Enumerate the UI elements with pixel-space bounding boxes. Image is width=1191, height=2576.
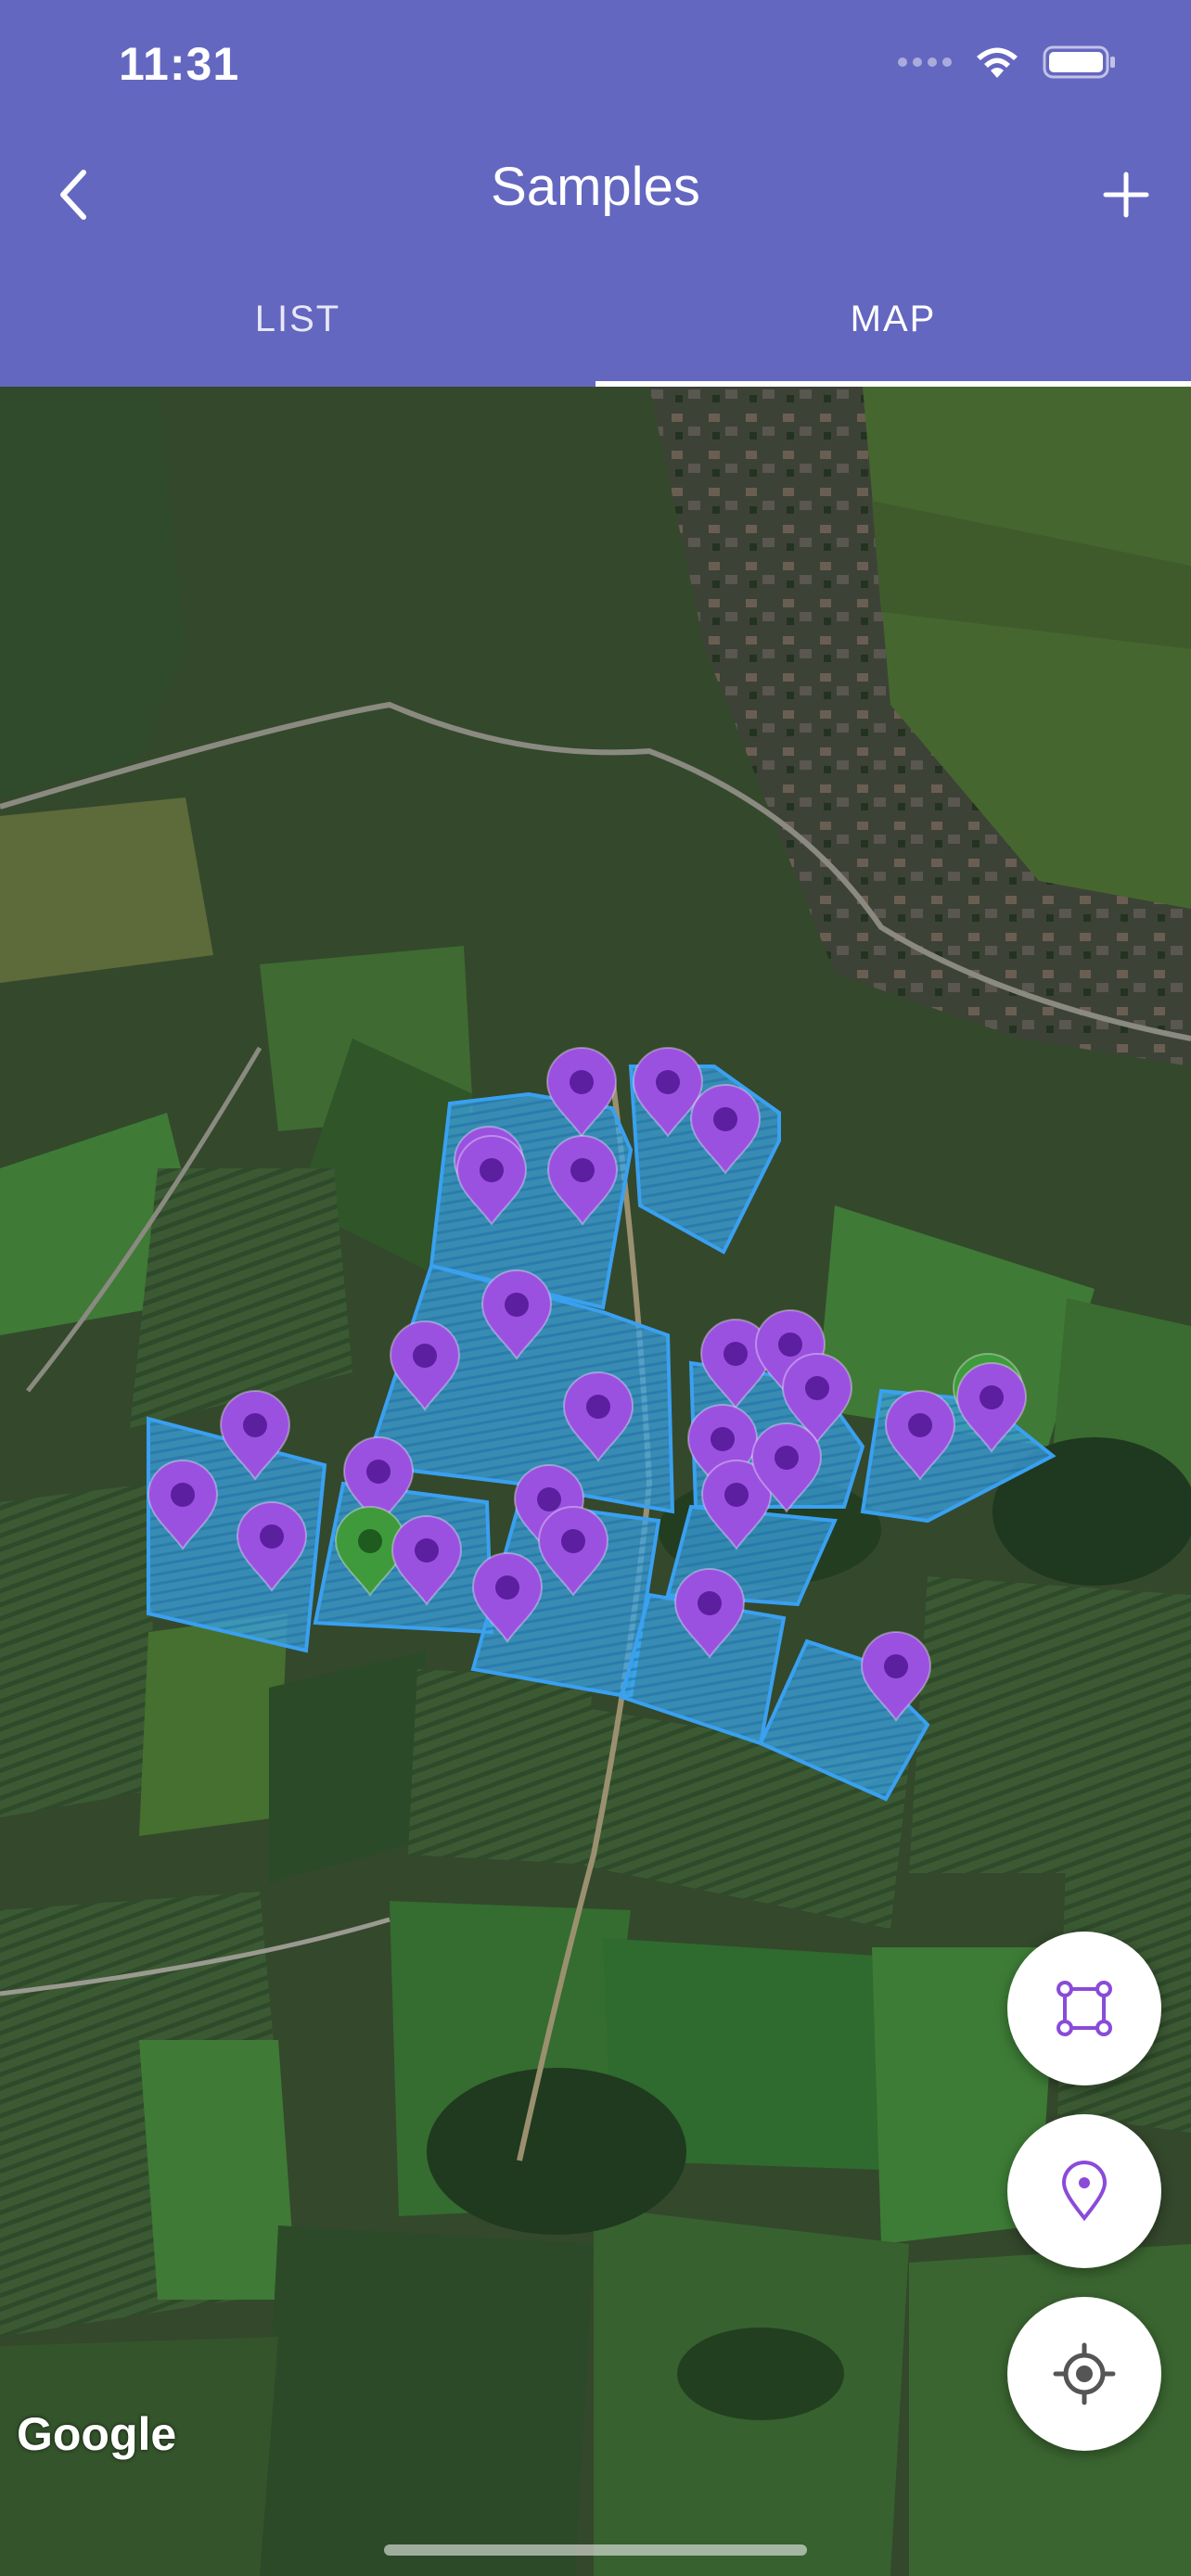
tab-list[interactable]: LIST [0,278,596,387]
add-icon [1103,172,1149,218]
field [0,797,213,983]
tab-map[interactable]: MAP [596,278,1191,387]
satellite-map[interactable]: Google [0,387,1191,2576]
draw-area-button[interactable] [1007,1932,1161,2085]
add-sample-button[interactable] [1089,158,1163,232]
status-bar: 11:31 [0,0,1191,139]
field [909,1576,1191,1873]
field [0,1484,158,1817]
my-location-icon [1053,2342,1116,2405]
tree-cover [677,2327,844,2420]
cellular-signal-icon [898,57,952,67]
draw-polygon-icon [1057,1981,1112,2036]
field [139,1613,288,1836]
wifi-icon [977,47,1018,78]
status-time: 11:31 [119,38,240,90]
battery-icon [1043,45,1115,79]
navigation-bar: Samples [0,139,1191,250]
map-canvas[interactable] [0,387,1191,2576]
add-pin-icon [1061,2161,1108,2222]
my-location-button[interactable] [1007,2297,1161,2451]
field [139,2040,297,2300]
field [408,1669,594,1864]
google-attribution: Google [17,2408,177,2460]
field [260,2225,594,2576]
add-pin-button[interactable] [1007,2114,1161,2268]
tree-cover [427,2068,686,2235]
home-indicator [384,2544,807,2556]
page-title: Samples [491,157,700,217]
view-tabs: LIST MAP [0,278,1191,387]
app-header: 11:31 Samples LIST MAP [0,0,1191,387]
status-icons [898,45,1117,80]
